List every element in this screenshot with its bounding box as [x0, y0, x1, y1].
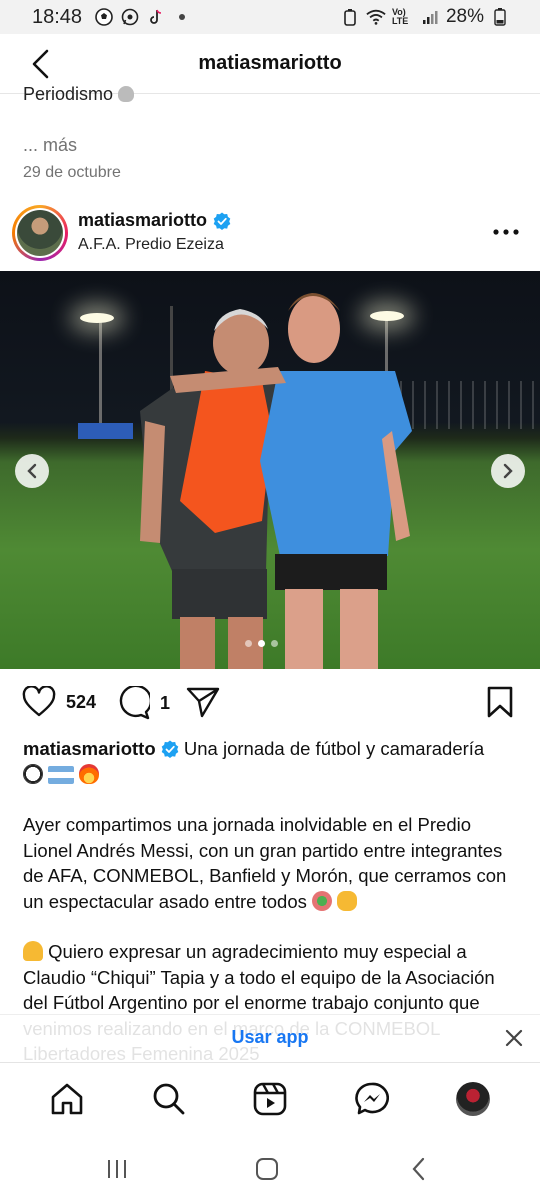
- fire-emoji-icon: [79, 763, 100, 784]
- bookmark-icon[interactable]: [486, 686, 514, 718]
- battery-icon: [490, 7, 510, 27]
- battery-percent: 28%: [445, 6, 484, 27]
- back-system-button[interactable]: [405, 1155, 433, 1183]
- home-system-button[interactable]: [253, 1155, 281, 1183]
- nav-search[interactable]: [151, 1081, 187, 1117]
- home-icon[interactable]: [50, 1082, 84, 1116]
- close-icon[interactable]: [504, 1028, 524, 1048]
- caption-headline: Una jornada de fútbol y camaradería: [183, 738, 485, 759]
- tiktok-icon: [146, 7, 166, 27]
- carousel-next-button[interactable]: [491, 454, 525, 488]
- send-icon[interactable]: [186, 686, 220, 718]
- recents-button[interactable]: [103, 1155, 131, 1183]
- carousel-dot: [258, 640, 265, 647]
- post-username-row[interactable]: matiasmariotto: [78, 210, 231, 231]
- signal-icon: [420, 7, 440, 27]
- carousel-indicator: [245, 640, 278, 647]
- nav-profile[interactable]: [455, 1081, 491, 1117]
- use-app-banner[interactable]: Usar app: [0, 1014, 540, 1060]
- home-circle-icon[interactable]: [255, 1157, 279, 1181]
- carousel-prev-button[interactable]: [15, 454, 49, 488]
- comment-action[interactable]: 1: [116, 686, 170, 720]
- messenger-icon[interactable]: [355, 1082, 389, 1116]
- save-action[interactable]: [486, 686, 514, 718]
- status-left: 18:48: [32, 6, 192, 29]
- carousel-dot: [271, 640, 278, 647]
- chevron-right-icon: [503, 463, 513, 479]
- search-icon[interactable]: [152, 1082, 186, 1116]
- story-avatar[interactable]: [12, 205, 68, 261]
- stadium-emoji-icon: [312, 890, 332, 911]
- carousel-dot: [245, 640, 252, 647]
- recents-icon[interactable]: [105, 1157, 129, 1181]
- bottom-nav: [0, 1062, 540, 1132]
- post-actions: 524 1: [0, 684, 540, 724]
- caption-first-line: matiasmariotto Una jornada de fútbol y c…: [23, 736, 518, 787]
- caption-paragraph-1: Ayer compartimos una jornada inolvidable…: [23, 812, 518, 914]
- wifi-icon: [366, 7, 386, 27]
- handshake-emoji-icon: [337, 890, 358, 911]
- whatsapp-icon: [120, 7, 140, 27]
- soccer-ball-emoji-icon: [23, 763, 43, 784]
- post-username[interactable]: matiasmariotto: [78, 210, 207, 231]
- more-horizontal-icon: [493, 229, 519, 235]
- system-nav-bar: [0, 1133, 540, 1200]
- previous-caption-tail: Periodismo: [23, 84, 135, 105]
- chevron-left-icon: [27, 463, 37, 479]
- comment-icon[interactable]: [116, 686, 150, 720]
- soccer-ball-icon: [94, 7, 114, 27]
- post-photo[interactable]: [0, 271, 540, 669]
- share-action[interactable]: [186, 686, 220, 718]
- use-app-button[interactable]: Usar app: [231, 1027, 308, 1048]
- like-action[interactable]: 524: [22, 686, 96, 718]
- verified-badge-icon: [213, 212, 231, 230]
- argentina-flag-emoji-icon: [48, 765, 75, 784]
- nav-home[interactable]: [49, 1081, 85, 1117]
- reels-icon[interactable]: [253, 1082, 287, 1116]
- comment-count[interactable]: 1: [160, 693, 170, 714]
- caption-paragraph-1-text: Ayer compartimos una jornada inolvidable…: [23, 814, 507, 912]
- previous-caption-text: Periodismo: [23, 84, 114, 104]
- post-location[interactable]: A.F.A. Predio Ezeiza: [78, 236, 224, 254]
- back-button[interactable]: [22, 46, 58, 82]
- people-figure: [140, 293, 412, 669]
- status-right: Vo) LTE 28%: [340, 6, 510, 28]
- praying-hands-emoji-icon: [23, 941, 43, 961]
- heart-icon[interactable]: [22, 686, 56, 718]
- page-title: matiasmariotto: [198, 52, 342, 74]
- nav-reels[interactable]: [252, 1081, 288, 1117]
- microphone-emoji-icon: [118, 86, 135, 102]
- post-date: 29 de octubre: [23, 164, 121, 181]
- post-header: matiasmariotto A.F.A. Predio Ezeiza: [0, 203, 540, 265]
- like-count[interactable]: 524: [66, 692, 96, 713]
- notification-dot-icon: [172, 7, 192, 27]
- status-bar: 18:48 Vo) LTE 28%: [0, 0, 540, 34]
- avatar: [17, 210, 63, 256]
- back-arrow-icon[interactable]: [409, 1157, 429, 1181]
- more-link[interactable]: ... más: [23, 135, 77, 156]
- verified-badge-icon: [161, 739, 179, 758]
- caption-username[interactable]: matiasmariotto: [23, 738, 156, 759]
- battery-saver-icon: [340, 7, 360, 27]
- nav-messages[interactable]: [354, 1081, 390, 1117]
- more-options-button[interactable]: [492, 221, 520, 243]
- status-time: 18:48: [32, 5, 83, 28]
- chevron-left-icon: [32, 49, 49, 79]
- profile-avatar[interactable]: [456, 1082, 490, 1116]
- network-type-label: Vo) LTE: [391, 7, 409, 26]
